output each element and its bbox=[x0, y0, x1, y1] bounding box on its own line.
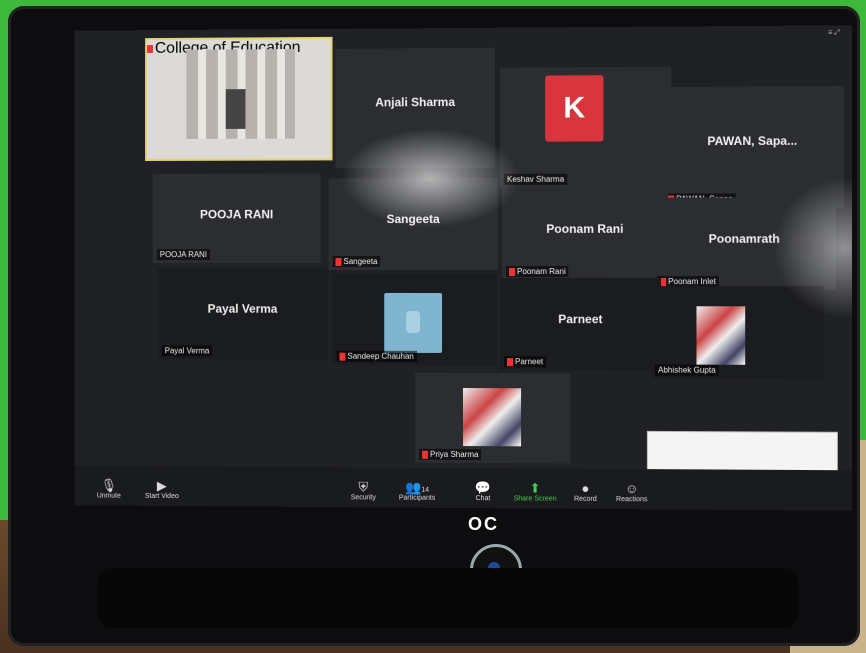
participant-center-name: Sangeeta bbox=[329, 212, 498, 226]
participant-name: Priya Sharma bbox=[419, 449, 481, 460]
muted-icon bbox=[339, 353, 345, 361]
participant-name: Poonam Rani bbox=[506, 266, 569, 277]
mic-muted-icon: 🎙 bbox=[84, 478, 133, 493]
shield-icon: ⛨ bbox=[338, 479, 388, 494]
participant-tile-sangeeta[interactable]: Sangeeta Sangeeta bbox=[329, 178, 498, 270]
participant-tile-sandeep[interactable]: Sandeep Chauhan bbox=[333, 273, 497, 365]
avatar bbox=[696, 306, 745, 365]
participant-center-name: Payal Verma bbox=[158, 302, 328, 316]
participant-tile-anjali[interactable]: Anjali Sharma bbox=[336, 48, 495, 169]
participant-tile-video[interactable]: College of Education bbox=[145, 37, 332, 161]
record-icon: ● bbox=[560, 481, 610, 496]
window-controls[interactable]: ≡ ⤢ bbox=[828, 29, 840, 37]
avatar: K bbox=[545, 75, 603, 141]
participant-center-name: PAWAN, Sapa... bbox=[661, 134, 844, 149]
participant-name: Sangeeta bbox=[333, 256, 381, 267]
participant-tile-keshav[interactable]: K Keshav Sharma bbox=[500, 67, 671, 188]
participant-tile-pawan[interactable]: PAWAN, Sapa... PAWAN, Sapna bbox=[661, 86, 844, 208]
meeting-toolbar: 🎙 Unmute ▶ Start Video ⛨ Security 👥14 Pa… bbox=[75, 466, 853, 511]
participant-name: POOJA RANI bbox=[157, 249, 210, 260]
chat-icon: 💬 bbox=[458, 480, 508, 495]
participant-tile-abhishek[interactable]: Abhishek Gupta bbox=[651, 286, 824, 379]
share-screen-button[interactable]: ⬆ Share Screen bbox=[510, 480, 560, 502]
zoom-meeting-screen: ≡ ⤢ College of Education Anjali Sharma K… bbox=[75, 25, 853, 510]
monitor-bezel: ≡ ⤢ College of Education Anjali Sharma K… bbox=[8, 6, 860, 646]
record-button[interactable]: ● Record bbox=[560, 481, 610, 503]
participant-tile-pooja[interactable]: POOJA RANI POOJA RANI bbox=[153, 173, 321, 263]
start-video-button[interactable]: ▶ Start Video bbox=[137, 478, 186, 500]
participant-center-name: Poonamrath bbox=[653, 232, 836, 246]
muted-icon bbox=[509, 268, 515, 276]
video-feed-door bbox=[226, 89, 246, 129]
participant-name: Parneet bbox=[504, 356, 546, 367]
participants-count: 14 bbox=[421, 487, 429, 494]
participant-name: Sandeep Chauhan bbox=[337, 351, 417, 362]
muted-icon bbox=[507, 358, 513, 366]
participant-tile-bottom[interactable]: Priya Sharma bbox=[415, 373, 570, 464]
participant-center-name: POOJA RANI bbox=[153, 207, 321, 221]
participant-tile-payal[interactable]: Payal Verma Payal Verma bbox=[158, 268, 328, 360]
avatar bbox=[384, 293, 442, 353]
participant-name: Payal Verma bbox=[162, 345, 213, 356]
participants-icon: 👥14 bbox=[392, 480, 442, 495]
video-off-icon: ▶ bbox=[137, 478, 186, 493]
avatar bbox=[463, 388, 521, 446]
participant-name: Keshav Sharma bbox=[504, 174, 567, 185]
share-screen-icon: ⬆ bbox=[510, 480, 560, 495]
participant-center-name: Anjali Sharma bbox=[336, 95, 495, 110]
participants-button[interactable]: 👥14 Participants bbox=[392, 480, 442, 502]
security-button[interactable]: ⛨ Security bbox=[338, 479, 388, 501]
participant-center-name: Poonam Rani bbox=[502, 222, 668, 236]
reactions-button[interactable]: ☺ Reactions bbox=[607, 481, 657, 503]
monitor-stand bbox=[98, 568, 798, 628]
muted-icon bbox=[422, 451, 428, 459]
monitor-brand-logo: OC bbox=[468, 514, 499, 535]
participant-center-name: Parneet bbox=[500, 312, 661, 326]
chat-button[interactable]: 💬 Chat bbox=[458, 480, 508, 502]
unmute-button[interactable]: 🎙 Unmute bbox=[84, 478, 133, 500]
participant-tile-poonam[interactable]: Poonam Rani Poonam Rani bbox=[502, 188, 668, 281]
participant-tile-parneet[interactable]: Parneet Parneet bbox=[500, 278, 661, 371]
participant-name: Abhishek Gupta bbox=[655, 365, 719, 376]
muted-icon bbox=[336, 258, 342, 266]
reactions-icon: ☺ bbox=[607, 481, 657, 496]
muted-icon bbox=[147, 45, 153, 53]
participant-tile-poonamrath[interactable]: Poonamrath Poonam Inlet bbox=[653, 197, 836, 290]
